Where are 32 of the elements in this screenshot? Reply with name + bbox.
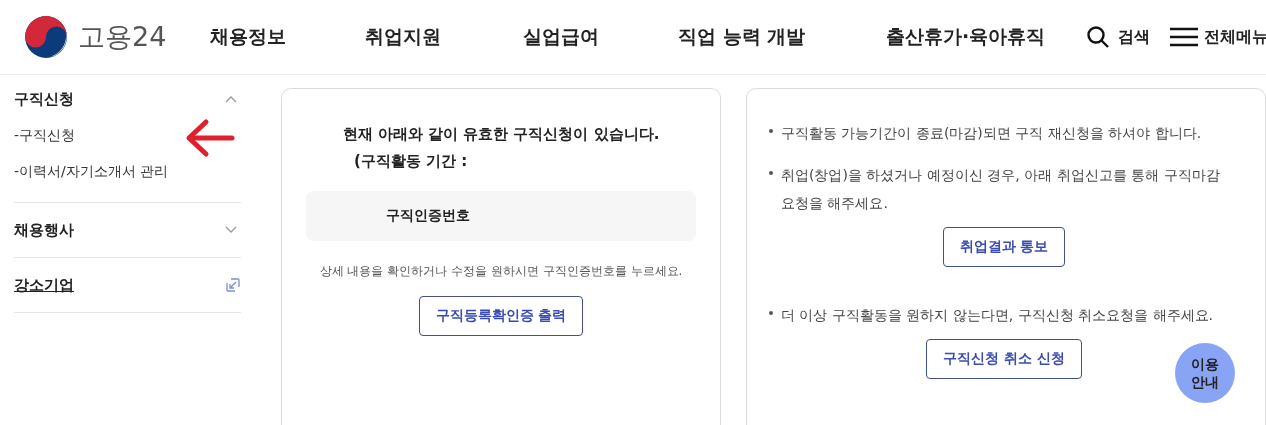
external-link-icon	[225, 277, 241, 293]
number-label: 구직인증번호	[386, 207, 470, 225]
menu-icon	[1170, 26, 1198, 48]
bullet-icon	[769, 311, 773, 315]
chevron-icon[interactable]	[225, 226, 237, 234]
search-icon	[1086, 25, 1110, 49]
sidebar-link[interactable]: 강소기업	[14, 275, 74, 295]
period-label: (구직활동 기간 :	[353, 152, 468, 171]
info-text: 구직활동 가능기간이 종료(마감)되면 구직 재신청을 하셔야 합니다.	[781, 124, 1203, 143]
nav-link[interactable]: 채용정보	[210, 24, 365, 50]
nav-link[interactable]: 실업급여	[523, 24, 678, 50]
info-text: 더 이상 구직활동을 원하지 않는다면, 구직신청 취소요청을 해주세요.	[781, 306, 1215, 325]
sidebar-item[interactable]: -구직신청	[14, 124, 241, 146]
logo-text[interactable]: 고용24	[78, 19, 167, 55]
sidebar-item[interactable]: -이력서/자기소개서 관리	[14, 160, 241, 182]
action-button[interactable]: 취업결과 통보	[942, 227, 1066, 267]
nav-link[interactable]: 취업지원	[365, 24, 523, 50]
info-text: 취업(창업)을 하셨거나 예정이신 경우, 아래 취업신고를 통해 구직마감 요청을 해주세요.	[781, 166, 1221, 213]
action-button[interactable]: 구직신청 취소 신청	[926, 339, 1082, 379]
hint-text: 상세 내용을 확인하거나 수정을 원하시면 구직인증번호를 누르세요.	[319, 263, 683, 280]
sidebar-heading[interactable]: 채용행사	[14, 220, 74, 240]
bullet-icon	[769, 129, 773, 133]
help-button[interactable]: 이용 안내	[1175, 343, 1235, 403]
nav-link[interactable]: 직업 능력 개발	[678, 24, 886, 50]
print-button[interactable]: 구직등록확인증 출력	[418, 296, 584, 336]
sidebar-heading[interactable]: 구직신청	[14, 89, 74, 109]
search-button[interactable]: 검색	[1086, 25, 1150, 49]
chevron-icon[interactable]	[225, 95, 237, 103]
bullet-icon	[769, 171, 773, 175]
nav-link[interactable]: 출산휴가·육아휴직	[886, 24, 1076, 50]
status-message: 현재 아래와 같이 유효한 구직신청이 있습니다.	[342, 125, 660, 144]
logo-icon	[24, 15, 68, 59]
